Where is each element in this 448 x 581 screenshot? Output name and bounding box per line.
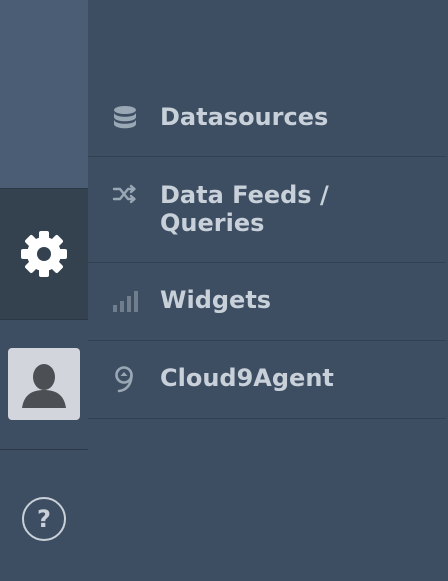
settings-menu-list: Datasources Data Feeds / Queries Widgets… xyxy=(88,80,448,419)
menu-item-label: Cloud9Agent xyxy=(160,364,334,392)
settings-button[interactable] xyxy=(0,188,88,319)
help-button[interactable]: ? xyxy=(0,449,88,581)
menu-item-label: Data Feeds / Queries xyxy=(160,181,329,237)
help-icon: ? xyxy=(22,496,66,541)
database-icon xyxy=(110,103,140,133)
cloud9-icon xyxy=(110,364,140,394)
menu-item-label: Datasources xyxy=(160,103,329,131)
menu-item-widgets[interactable]: Widgets xyxy=(88,263,446,341)
avatar[interactable] xyxy=(8,348,80,420)
gear-icon xyxy=(21,231,67,277)
shuffle-icon xyxy=(110,179,140,209)
help-icon-glyph: ? xyxy=(37,504,51,533)
menu-item-data-feeds-queries[interactable]: Data Feeds / Queries xyxy=(88,157,446,263)
user-avatar-icon xyxy=(22,364,66,408)
menu-item-datasources[interactable]: Datasources xyxy=(88,80,446,157)
bar-chart-icon xyxy=(110,286,140,316)
rail-top-area xyxy=(0,0,88,188)
menu-item-label: Widgets xyxy=(160,286,272,314)
menu-item-cloud9agent[interactable]: Cloud9Agent xyxy=(88,341,446,419)
settings-menu-panel: Datasources Data Feeds / Queries Widgets… xyxy=(88,0,448,580)
left-rail: ? xyxy=(0,0,88,581)
user-profile-button[interactable] xyxy=(0,319,88,450)
